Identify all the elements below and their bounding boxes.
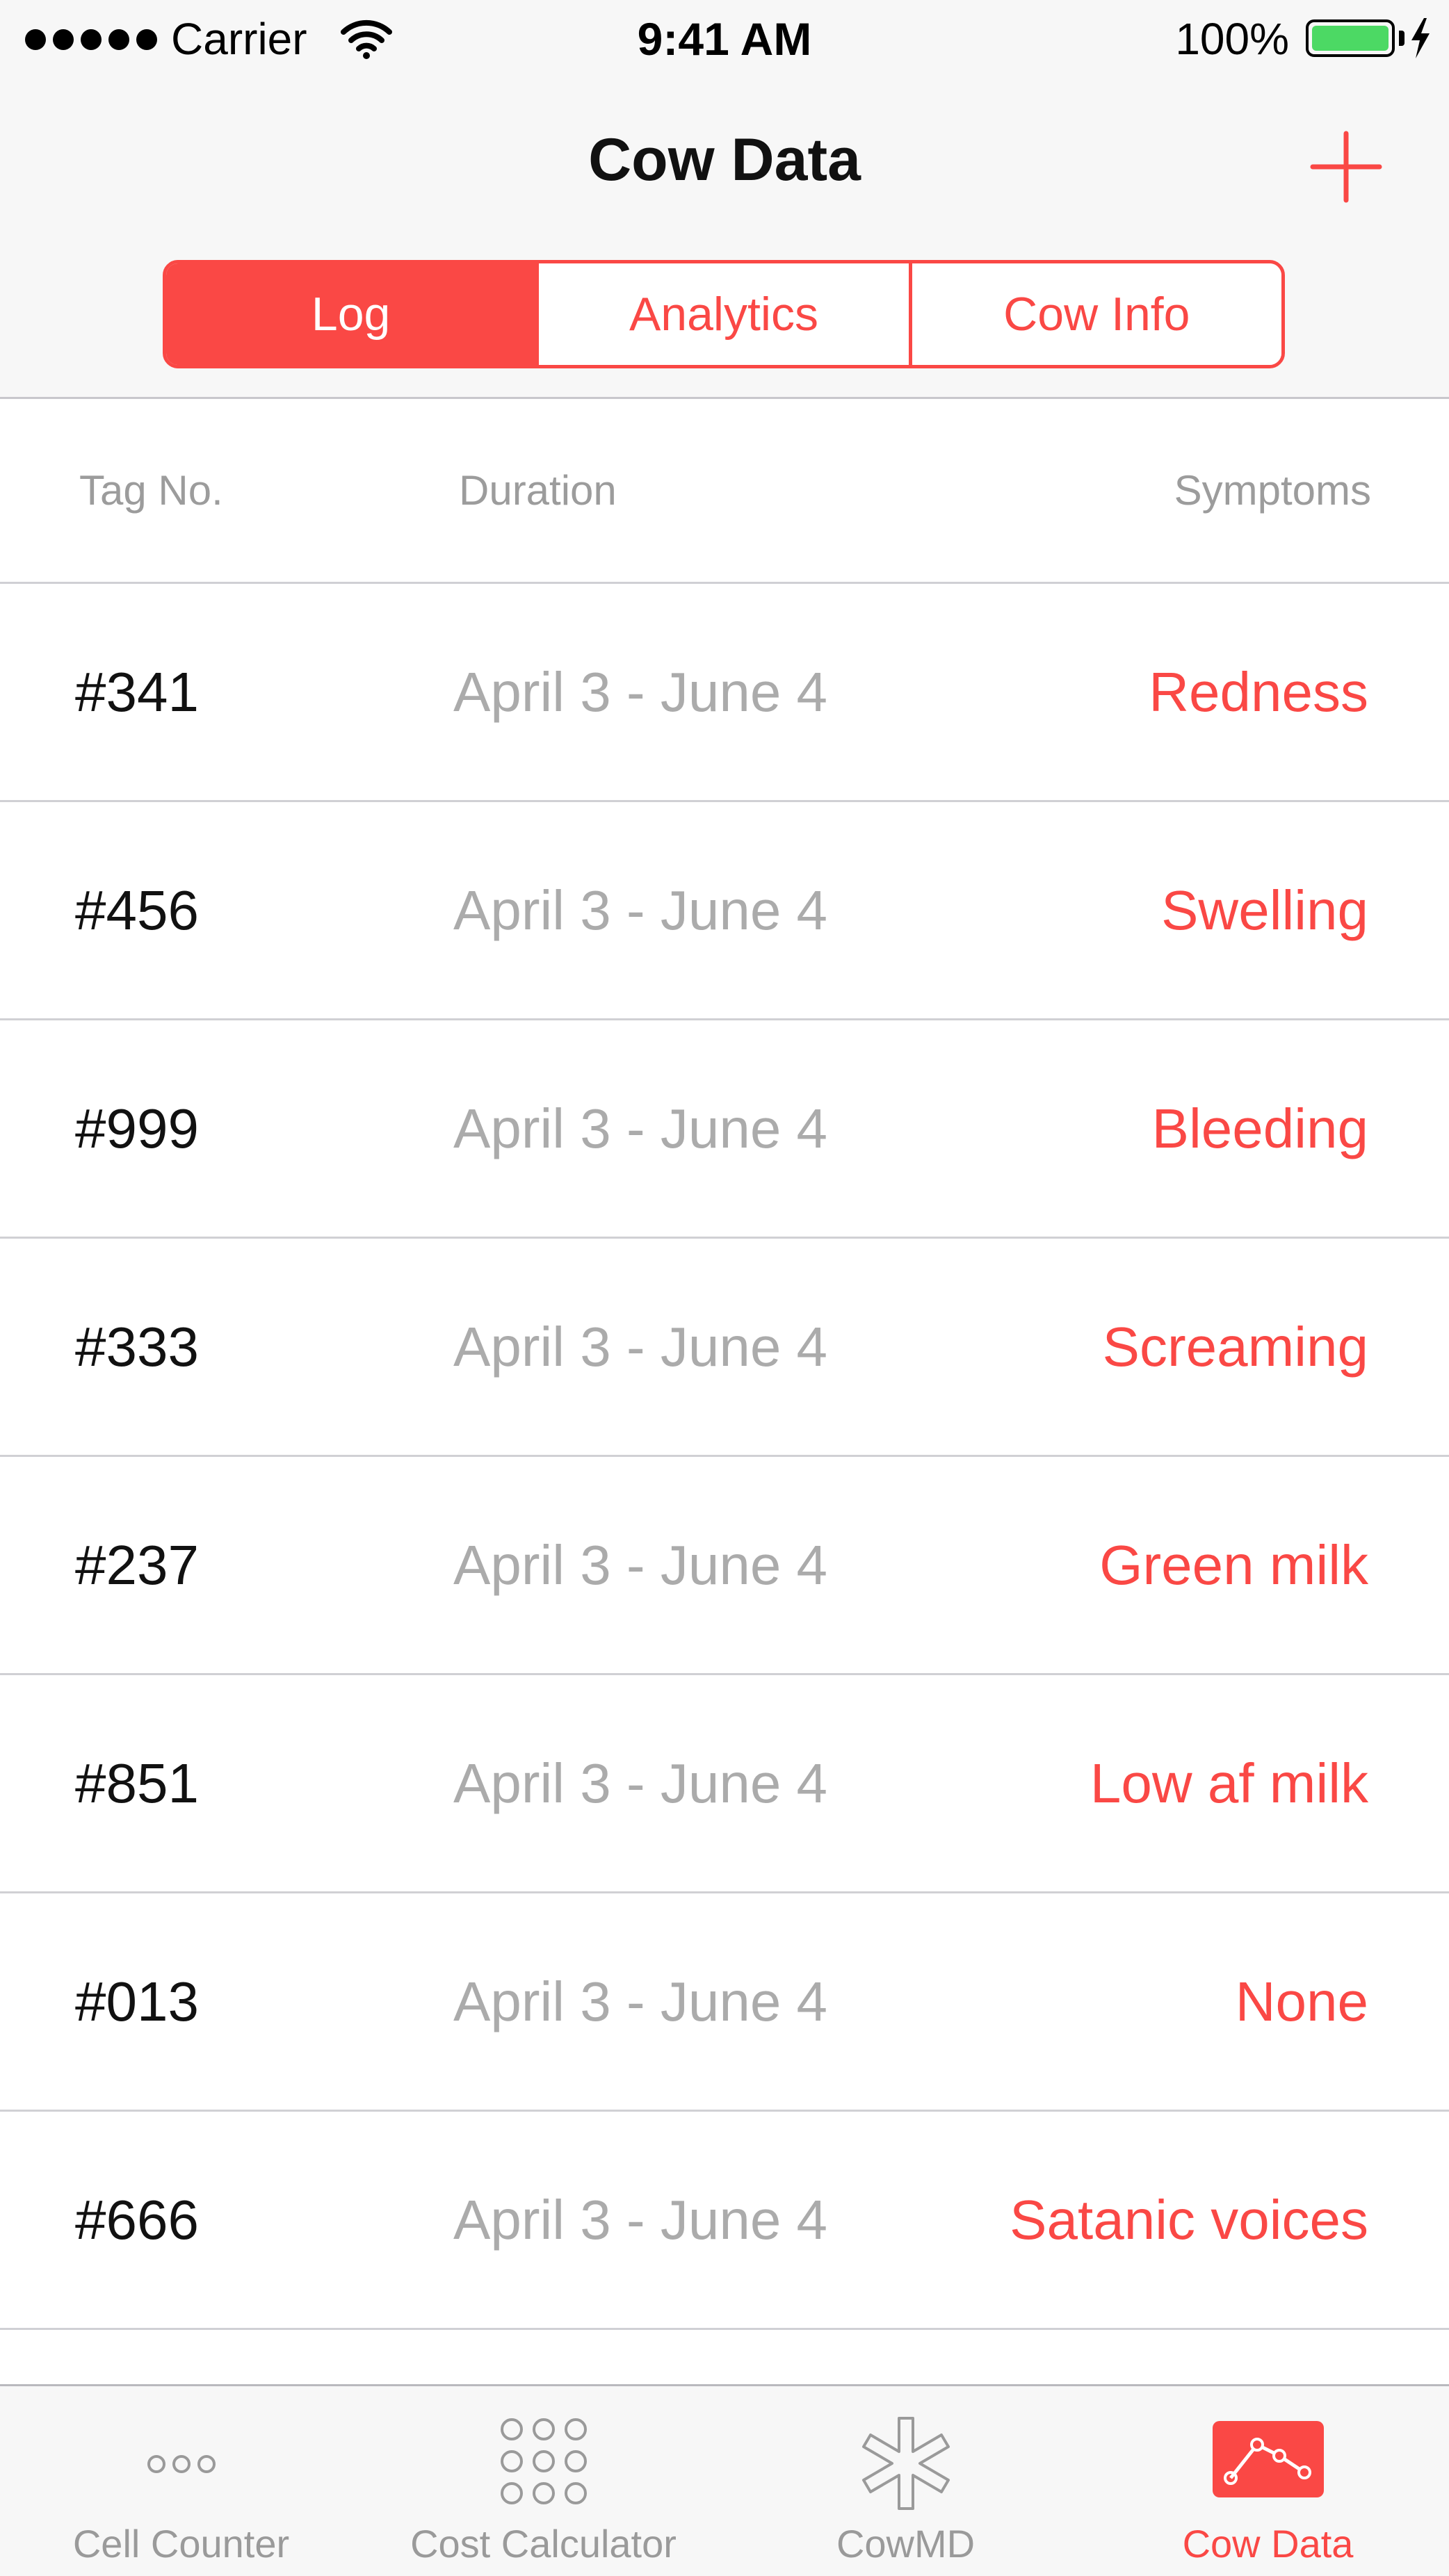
column-header-symptoms: Symptoms xyxy=(1174,467,1371,514)
table-row[interactable]: #013 April 3 - June 4 None xyxy=(0,1893,1449,2112)
table-header: Tag No. Duration Symptoms xyxy=(0,399,1449,584)
tag-cell: #013 xyxy=(75,1970,199,2032)
column-header-tag: Tag No. xyxy=(79,467,223,514)
tag-cell: #851 xyxy=(75,1752,199,1814)
segmented-control: Log Analytics Cow Info xyxy=(163,260,1285,368)
duration-cell: April 3 - June 4 xyxy=(453,1533,828,1596)
table-row[interactable]: #333 April 3 - June 4 Screaming xyxy=(0,1239,1449,1457)
symptom-cell: None xyxy=(1235,1970,1368,2032)
tab-cell-counter[interactable]: Cell Counter xyxy=(0,2386,362,2576)
tab-label: Cost Calculator xyxy=(410,2522,677,2566)
plus-icon xyxy=(1310,131,1382,203)
duration-cell: April 3 - June 4 xyxy=(453,1970,828,2032)
tag-cell: #666 xyxy=(75,2188,199,2251)
line-chart-icon xyxy=(1212,2421,1324,2497)
navigation-bar: Cow Data Log Analytics Cow Info xyxy=(0,82,1449,399)
symptom-cell: Bleeding xyxy=(1151,1097,1368,1159)
tag-cell: #999 xyxy=(75,1097,199,1159)
symptom-cell: Satanic voices xyxy=(1010,2188,1368,2251)
duration-cell: April 3 - June 4 xyxy=(453,1315,828,1378)
segment-log[interactable]: Log xyxy=(166,263,540,365)
tab-label: Cell Counter xyxy=(72,2522,290,2566)
log-table: #341 April 3 - June 4 Redness #456 April… xyxy=(0,584,1449,2330)
tag-cell: #237 xyxy=(75,1533,199,1596)
symptom-cell: Green milk xyxy=(1099,1533,1368,1596)
tab-cow-data[interactable]: Cow Data xyxy=(1087,2386,1449,2576)
duration-cell: April 3 - June 4 xyxy=(453,2188,828,2251)
tab-bar: Cell Counter Cost Calculator CowMD Cow D… xyxy=(0,2384,1449,2576)
three-dots-icon xyxy=(147,2455,216,2473)
status-bar: Carrier 9:41 AM 100% xyxy=(0,0,1449,82)
symptom-cell: Redness xyxy=(1149,660,1368,723)
duration-cell: April 3 - June 4 xyxy=(453,1752,828,1814)
tab-label: Cow Data xyxy=(1182,2522,1354,2566)
charging-bolt-icon xyxy=(1411,18,1430,58)
segment-cow-info[interactable]: Cow Info xyxy=(912,263,1281,365)
symptom-cell: Low af milk xyxy=(1090,1752,1368,1814)
symptom-cell: Swelling xyxy=(1161,879,1368,941)
tab-cowmd[interactable]: CowMD xyxy=(724,2386,1087,2576)
table-row[interactable]: #851 April 3 - June 4 Low af milk xyxy=(0,1675,1449,1893)
tag-cell: #341 xyxy=(75,660,199,723)
segment-analytics[interactable]: Analytics xyxy=(539,263,912,365)
tab-label: CowMD xyxy=(836,2522,976,2566)
symptom-cell: Screaming xyxy=(1102,1315,1368,1378)
battery-icon xyxy=(1306,19,1395,57)
table-row[interactable]: #456 April 3 - June 4 Swelling xyxy=(0,802,1449,1020)
nine-dots-grid-icon xyxy=(500,2418,587,2504)
page-title: Cow Data xyxy=(588,127,861,193)
battery-percentage: 100% xyxy=(1175,14,1289,64)
duration-cell: April 3 - June 4 xyxy=(453,879,828,941)
tag-cell: #333 xyxy=(75,1315,199,1378)
add-button[interactable] xyxy=(1310,131,1382,203)
medical-asterisk-icon xyxy=(861,2417,950,2510)
column-header-duration: Duration xyxy=(459,467,617,514)
table-row[interactable]: #237 April 3 - June 4 Green milk xyxy=(0,1457,1449,1675)
battery-nub xyxy=(1399,31,1405,46)
battery-fill xyxy=(1312,26,1389,51)
table-row[interactable]: #666 April 3 - June 4 Satanic voices xyxy=(0,2112,1449,2330)
tab-cost-calculator[interactable]: Cost Calculator xyxy=(362,2386,724,2576)
duration-cell: April 3 - June 4 xyxy=(453,1097,828,1159)
duration-cell: April 3 - June 4 xyxy=(453,660,828,723)
table-row[interactable]: #999 April 3 - June 4 Bleeding xyxy=(0,1020,1449,1239)
table-row[interactable]: #341 April 3 - June 4 Redness xyxy=(0,584,1449,802)
tag-cell: #456 xyxy=(75,879,199,941)
